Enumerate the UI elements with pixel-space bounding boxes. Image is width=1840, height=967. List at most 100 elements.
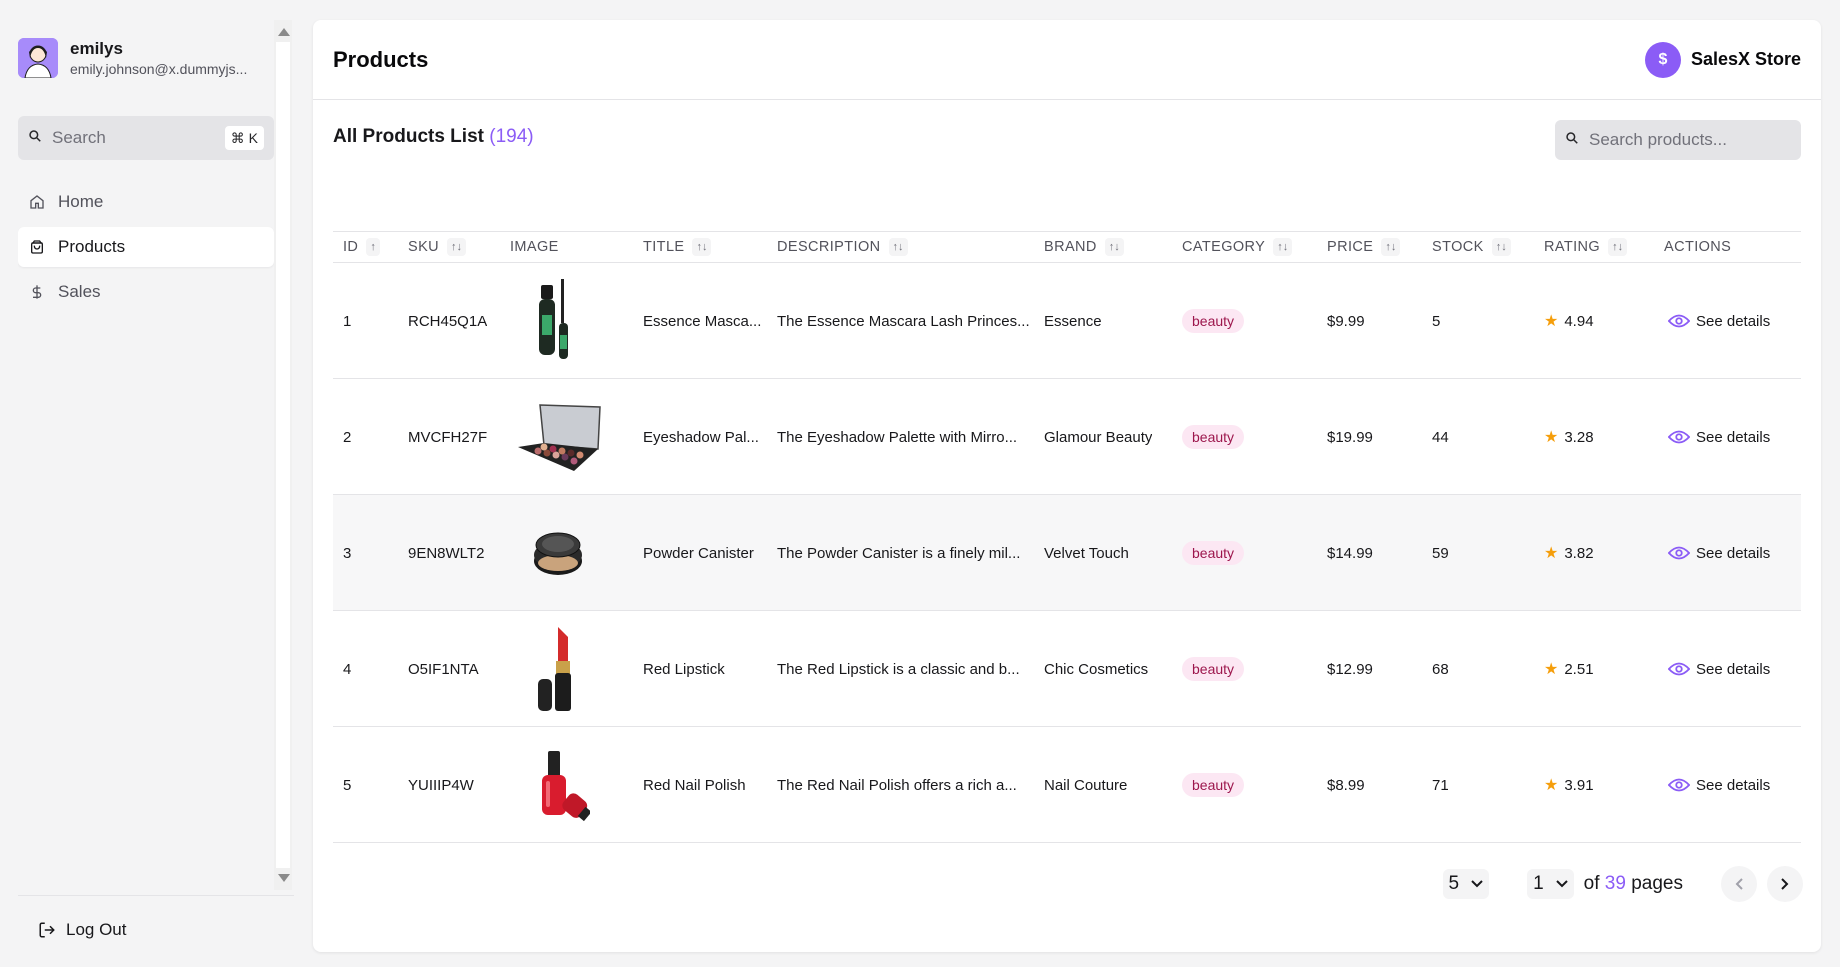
table-row: 3 9EN8WLT2 Powder Canister The Powder Ca… bbox=[333, 495, 1801, 611]
column-header-title[interactable]: TITLE ↑↓ bbox=[643, 238, 712, 256]
column-label: IMAGE bbox=[510, 239, 559, 255]
store-logo-icon: $ bbox=[1644, 41, 1681, 78]
eyeshadow-palette-icon bbox=[518, 404, 601, 471]
sidebar-item-label: Sales bbox=[58, 282, 101, 301]
see-details-link[interactable]: See details bbox=[1668, 495, 1770, 611]
column-header-description[interactable]: DESCRIPTION ↑↓ bbox=[777, 238, 908, 256]
product-count: (194) bbox=[489, 126, 534, 147]
cell-stock: 44 bbox=[1432, 428, 1449, 446]
logout-button[interactable]: Log Out bbox=[38, 920, 127, 940]
cell-title: Red Lipstick bbox=[643, 660, 725, 678]
main-panel: Products $ SalesX Store All Products Lis… bbox=[313, 20, 1821, 952]
sidebar-search[interactable]: Search ⌘ K bbox=[18, 116, 274, 160]
product-image-red-lipstick bbox=[513, 611, 603, 727]
search-icon bbox=[1565, 131, 1579, 150]
see-details-link[interactable]: See details bbox=[1668, 727, 1770, 843]
search-icon bbox=[28, 129, 42, 148]
product-image-powder-canister bbox=[513, 495, 603, 611]
scroll-down-arrow-icon[interactable] bbox=[278, 874, 290, 882]
user-name: emilys bbox=[70, 39, 123, 58]
sort-icon[interactable]: ↑↓ bbox=[888, 238, 908, 256]
cell-id: 1 bbox=[343, 312, 352, 330]
table-row: 2 MVCFH27F Eyeshadow Pal... The Eyeshado… bbox=[333, 379, 1801, 495]
avatar-illustration-icon bbox=[18, 38, 58, 78]
cell-brand: Glamour Beauty bbox=[1044, 428, 1153, 446]
store-brand: $ SalesX Store bbox=[1644, 41, 1801, 78]
sort-icon[interactable]: ↑↓ bbox=[692, 238, 712, 256]
see-details-link[interactable]: See details bbox=[1668, 611, 1770, 727]
column-label: ID bbox=[343, 239, 359, 255]
user-profile[interactable]: emilys emily.johnson@x.dummyjs... bbox=[18, 34, 274, 82]
chevron-down-icon bbox=[1471, 877, 1483, 891]
product-search-input[interactable]: Search products... bbox=[1555, 120, 1801, 160]
see-details-label: See details bbox=[1696, 312, 1771, 330]
column-label: BRAND bbox=[1044, 239, 1097, 255]
sort-icon[interactable]: ↑↓ bbox=[1273, 238, 1293, 256]
cell-category: beauty bbox=[1182, 379, 1245, 495]
sort-icon[interactable]: ↑↓ bbox=[447, 238, 467, 256]
scroll-up-arrow-icon[interactable] bbox=[278, 28, 290, 36]
star-icon: ★ bbox=[1544, 777, 1559, 794]
cell-description: The Essence Mascara Lash Princes... bbox=[777, 312, 1030, 330]
chevron-right-icon bbox=[1781, 878, 1789, 890]
column-header-id[interactable]: ID ↑ bbox=[343, 238, 380, 256]
cell-rating: ★ 3.28 bbox=[1544, 379, 1594, 495]
column-header-rating[interactable]: RATING ↑↓ bbox=[1544, 238, 1628, 256]
category-badge: beauty bbox=[1182, 541, 1245, 565]
main-header: Products $ SalesX Store bbox=[313, 20, 1821, 100]
eye-icon bbox=[1668, 777, 1690, 793]
prev-page-button[interactable] bbox=[1721, 866, 1757, 902]
sidebar-scrollbar[interactable] bbox=[274, 20, 292, 890]
column-label: DESCRIPTION bbox=[777, 239, 881, 255]
cell-price: $12.99 bbox=[1327, 660, 1373, 678]
column-label: CATEGORY bbox=[1182, 239, 1266, 255]
column-label: TITLE bbox=[643, 239, 685, 255]
sidebar-item-label: Products bbox=[58, 237, 126, 256]
star-icon: ★ bbox=[1544, 429, 1559, 446]
total-pages: 39 bbox=[1604, 873, 1626, 894]
store-name: SalesX Store bbox=[1690, 49, 1801, 69]
sidebar: emilys emily.johnson@x.dummyjs... Search… bbox=[0, 0, 294, 967]
column-header-stock[interactable]: STOCK ↑↓ bbox=[1432, 238, 1511, 256]
page-size-select[interactable]: 5 bbox=[1442, 869, 1490, 899]
see-details-label: See details bbox=[1696, 544, 1771, 562]
cell-rating: ★ 3.91 bbox=[1544, 727, 1594, 843]
sidebar-item-home[interactable]: Home bbox=[18, 182, 274, 222]
see-details-link[interactable]: See details bbox=[1668, 379, 1770, 495]
page-title: Products bbox=[333, 46, 429, 72]
column-header-sku[interactable]: SKU ↑↓ bbox=[408, 238, 467, 256]
sidebar-item-sales[interactable]: Sales bbox=[18, 272, 274, 312]
user-email: emily.johnson@x.dummyjs... bbox=[70, 61, 248, 77]
column-header-category[interactable]: CATEGORY ↑↓ bbox=[1182, 238, 1293, 256]
sidebar-nav: Home Products Sales bbox=[18, 182, 274, 312]
next-page-button[interactable] bbox=[1767, 866, 1803, 902]
sort-icon[interactable]: ↑↓ bbox=[1381, 238, 1401, 256]
dollar-icon bbox=[28, 283, 46, 301]
see-details-link[interactable]: See details bbox=[1668, 263, 1770, 379]
scrollbar-thumb[interactable] bbox=[276, 42, 290, 868]
home-icon bbox=[28, 193, 46, 211]
sort-asc-icon[interactable]: ↑ bbox=[366, 238, 380, 256]
cell-title: Eyeshadow Pal... bbox=[643, 428, 759, 446]
column-header-price[interactable]: PRICE ↑↓ bbox=[1327, 238, 1401, 256]
cell-id: 2 bbox=[343, 428, 352, 446]
sidebar-divider bbox=[18, 895, 294, 896]
sort-icon[interactable]: ↑↓ bbox=[1491, 238, 1511, 256]
sidebar-scroll-area: emilys emily.johnson@x.dummyjs... Search… bbox=[18, 20, 274, 890]
cell-id: 3 bbox=[343, 544, 352, 562]
column-header-brand[interactable]: BRAND ↑↓ bbox=[1044, 238, 1124, 256]
column-label: ACTIONS bbox=[1664, 239, 1732, 255]
sort-icon[interactable]: ↑↓ bbox=[1608, 238, 1628, 256]
cell-sku: YUIIIP4W bbox=[408, 776, 474, 794]
avatar bbox=[18, 38, 58, 78]
product-image-eyeshadow-palette bbox=[513, 379, 603, 495]
page-number-select[interactable]: 1 bbox=[1527, 869, 1574, 899]
sidebar-search-placeholder: Search bbox=[52, 128, 106, 147]
cell-stock: 5 bbox=[1432, 312, 1441, 330]
column-label: SKU bbox=[408, 239, 440, 255]
sort-icon[interactable]: ↑↓ bbox=[1104, 238, 1124, 256]
sidebar-item-products[interactable]: Products bbox=[18, 227, 274, 267]
see-details-label: See details bbox=[1696, 660, 1771, 678]
cell-rating: ★ 2.51 bbox=[1544, 611, 1594, 727]
of-label: of bbox=[1583, 873, 1600, 894]
